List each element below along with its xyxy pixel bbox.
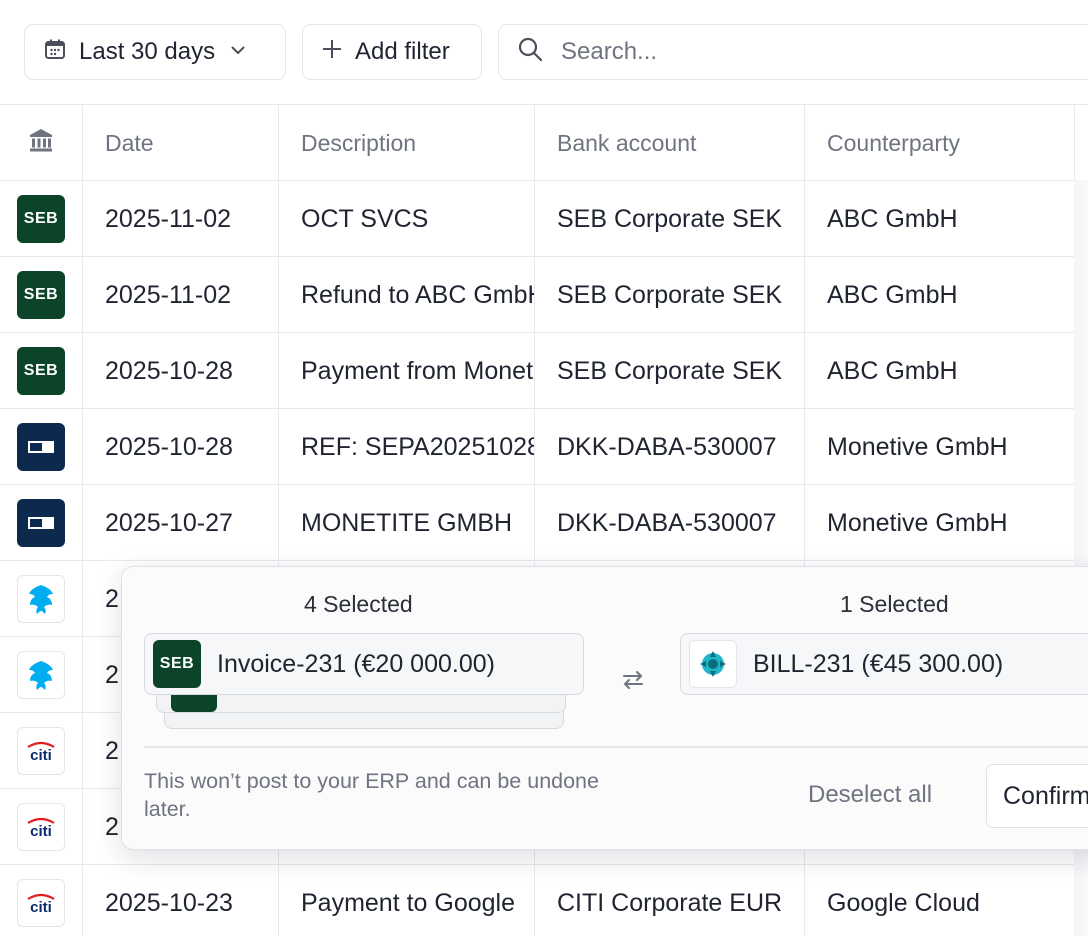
description-cell: OCT SVCS (278, 181, 534, 257)
counterparty-cell: Monetive GmbH (804, 409, 1074, 485)
bank-account-cell: SEB Corporate SEK (534, 333, 804, 409)
bank-icon (28, 127, 54, 159)
bank-account-cell: DKK-DABA-530007 (534, 409, 804, 485)
business-central-logo (689, 640, 737, 688)
search-input[interactable] (561, 38, 1041, 66)
bank-account-cell: DKK-DABA-530007 (534, 485, 804, 561)
selected-bill-chip[interactable]: BILL-231 (€45 300.00) (680, 633, 1088, 695)
column-header-counterparty[interactable]: Counterparty (804, 105, 1074, 181)
date-range-button[interactable]: Last 30 days (24, 24, 286, 80)
date-cell: 2025-10-28 (82, 333, 278, 409)
barclays-logo (17, 575, 65, 623)
match-selection-popover: 4 Selected 1 Selected SEB Invoice-231 (€… (121, 566, 1088, 850)
counterparty-cell: Monetive GmbH (804, 485, 1074, 561)
table-row[interactable]: SEB 2025-11-02 OCT SVCS SEB Corporate SE… (0, 180, 1088, 257)
seb-logo: SEB (17, 347, 65, 395)
table-row[interactable]: 2025-10-28 REF: SEPA20251028 DKK-DABA-53… (0, 408, 1088, 485)
right-selection-count: 1 Selected (840, 591, 949, 617)
date-cell: 2025-10-27 (82, 485, 278, 561)
date-cell: 2025-10-28 (82, 409, 278, 485)
svg-text:citi: citi (30, 899, 52, 914)
table-row[interactable]: SEB 2025-10-28 Payment from Monetive SEB… (0, 332, 1088, 409)
plus-icon (321, 38, 343, 67)
bill-label: BILL-231 (€45 300.00) (753, 649, 1004, 678)
description-cell: Payment to Google (278, 865, 534, 936)
chevron-down-icon (229, 38, 247, 66)
invoice-label: Invoice-231 (€20 000.00) (217, 649, 495, 678)
seb-logo: SEB (153, 640, 201, 688)
add-filter-button[interactable]: Add filter (302, 24, 482, 80)
description-cell: MONETITE GMBH (278, 485, 534, 561)
column-header-date[interactable]: Date (82, 105, 278, 181)
search-icon (517, 36, 543, 69)
toolbar: Last 30 days Add filter (0, 0, 1088, 104)
counterparty-cell: ABC GmbH (804, 257, 1074, 333)
transactions-view: Last 30 days Add filter Date (0, 0, 1088, 936)
selected-invoice-chip[interactable]: SEB Invoice-231 (€20 000.00) (144, 633, 584, 695)
seb-logo: SEB (17, 271, 65, 319)
divider (144, 746, 1088, 748)
add-filter-label: Add filter (355, 38, 450, 65)
table-row[interactable]: 2025-10-27 MONETITE GMBH DKK-DABA-530007… (0, 484, 1088, 561)
citi-logo: citi (17, 879, 65, 927)
erp-note: This won’t post to your ERP and can be u… (144, 769, 599, 821)
description-cell: REF: SEPA20251028 (278, 409, 534, 485)
search-box[interactable] (498, 24, 1088, 80)
svg-text:citi: citi (30, 823, 52, 838)
citi-logo: citi (17, 803, 65, 851)
date-cell: 2025-11-02 (82, 181, 278, 257)
column-header-description[interactable]: Description (278, 105, 534, 181)
column-header-extra (1074, 105, 1088, 181)
counterparty-cell: ABC GmbH (804, 181, 1074, 257)
date-cell: 2025-11-02 (82, 257, 278, 333)
deselect-all-button[interactable]: Deselect all (808, 781, 932, 809)
bank-account-cell: SEB Corporate SEK (534, 257, 804, 333)
danske-bank-logo (17, 423, 65, 471)
left-selection-count: 4 Selected (304, 591, 413, 617)
barclays-logo (17, 651, 65, 699)
counterparty-cell: Google Cloud (804, 865, 1074, 936)
svg-text:citi: citi (30, 747, 52, 762)
bank-account-cell: CITI Corporate EUR (534, 865, 804, 936)
counterparty-cell: ABC GmbH (804, 333, 1074, 409)
date-range-label: Last 30 days (79, 38, 216, 65)
column-header-bank-account[interactable]: Bank account (534, 105, 804, 181)
description-cell: Refund to ABC GmbH (278, 257, 534, 333)
seb-logo: SEB (17, 195, 65, 243)
table-row[interactable]: SEB 2025-11-02 Refund to ABC GmbH SEB Co… (0, 256, 1088, 333)
description-cell: Payment from Monetive (278, 333, 534, 409)
bank-account-cell: SEB Corporate SEK (534, 181, 804, 257)
bank-column-header[interactable] (0, 105, 82, 181)
table-header: Date Description Bank account Counterpar… (0, 104, 1088, 181)
date-cell: 2025-10-23 (82, 865, 278, 936)
calendar-icon (43, 37, 67, 68)
confirm-button[interactable]: Confirm (986, 764, 1088, 828)
citi-logo: citi (17, 727, 65, 775)
danske-bank-logo (17, 499, 65, 547)
seb-logo (171, 692, 217, 712)
swap-arrows-icon (620, 667, 646, 700)
table-row[interactable]: citi 2025-10-23 Payment to Google CITI C… (0, 864, 1088, 936)
